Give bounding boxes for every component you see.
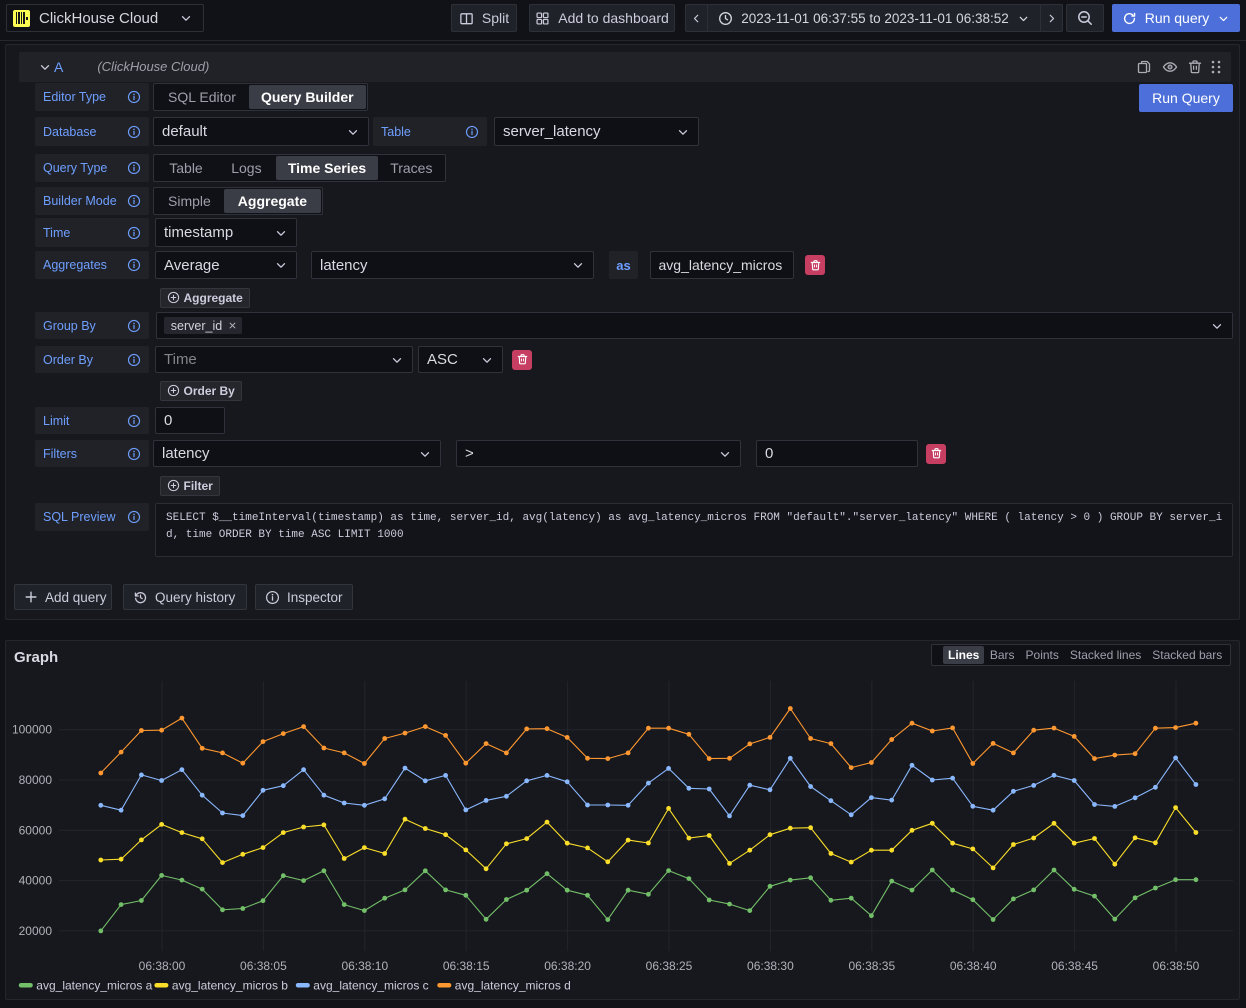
svg-text:06:38:40: 06:38:40 [950,959,997,973]
svg-text:06:38:05: 06:38:05 [240,959,287,973]
svg-text:40000: 40000 [19,874,53,888]
svg-text:06:38:25: 06:38:25 [646,959,693,973]
svg-text:avg_latency_micros a: avg_latency_micros a [36,979,152,993]
svg-text:100000: 100000 [12,723,52,737]
svg-text:06:38:15: 06:38:15 [443,959,490,973]
svg-text:80000: 80000 [19,773,53,787]
svg-text:06:38:20: 06:38:20 [544,959,591,973]
svg-text:06:38:00: 06:38:00 [139,959,186,973]
svg-text:avg_latency_micros d: avg_latency_micros d [455,979,571,993]
svg-text:60000: 60000 [19,823,53,837]
svg-text:avg_latency_micros c: avg_latency_micros c [313,979,428,993]
svg-text:20000: 20000 [19,924,53,938]
svg-text:06:38:45: 06:38:45 [1051,959,1098,973]
svg-text:06:38:35: 06:38:35 [848,959,895,973]
svg-text:06:38:30: 06:38:30 [747,959,794,973]
svg-text:06:38:50: 06:38:50 [1153,959,1200,973]
svg-text:06:38:10: 06:38:10 [341,959,388,973]
svg-text:avg_latency_micros b: avg_latency_micros b [172,979,288,993]
